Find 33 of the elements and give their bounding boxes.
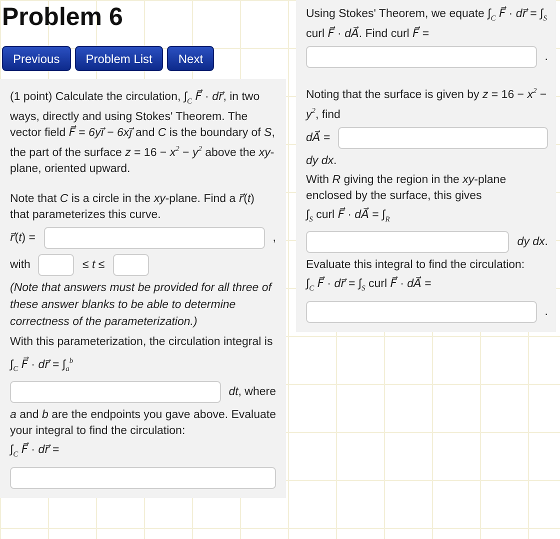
- answer-label: dA⃗ =: [306, 130, 330, 146]
- answer-label: ≤ t ≤: [82, 258, 105, 274]
- problem-text: Note that C is a circle in the xy-plane. Find a r⃗(t) that parameterizes this curve.: [10, 192, 256, 224]
- problem-text: a and b are the endpoints you gave above. Evaluate your integral to find the circulation:: [10, 408, 276, 440]
- note-text: (Note that answers must be provided for all three of these answer blanks to be able to determine correctness of the parameterization.): [10, 281, 274, 330]
- answer-field[interactable]: [306, 46, 537, 68]
- problem-text: With this parameterization, the circulation integral is: [10, 335, 274, 350]
- problem-text: ∫$_{C}$ F⃗ · dr⃗ =: [10, 442, 60, 461]
- problem-text: ∫$_{S}$ curl F⃗ · dA⃗ = ∫$_{R}$: [306, 206, 391, 226]
- answer-field[interactable]: [338, 126, 548, 149]
- answer-label: with: [10, 258, 30, 274]
- answer-field[interactable]: [10, 466, 276, 489]
- page-title: Problem 6: [2, 2, 124, 33]
- answer-field[interactable]: [306, 300, 537, 323]
- answer-field[interactable]: [44, 227, 265, 250]
- problem-text: ∫$_{C}$ F⃗ · dr⃗ = ∫$_{S}$ curl F⃗ · dA⃗ =: [306, 276, 432, 295]
- answer-field[interactable]: [38, 254, 74, 276]
- answer-label: dt, where: [228, 385, 276, 400]
- problem-text: Evaluate this integral to find the circulation:: [306, 258, 526, 274]
- answer-field[interactable]: [10, 381, 221, 404]
- problem-text: dy dx.: [306, 154, 338, 169]
- nav-button[interactable]: Problem List: [74, 46, 164, 71]
- answer-label: dy dx.: [517, 235, 548, 250]
- answer-field[interactable]: [112, 254, 149, 276]
- answer-label: .: [544, 304, 548, 320]
- nav-button[interactable]: Next: [167, 46, 214, 71]
- answer-label: .: [544, 50, 548, 66]
- problem-text: (1 point) Calculate the circulation, ∫$_{C}$ F⃗ · dr⃗, in two ways, directly and using Stokes' Theorem. The vector field F⃗ = 6yi⃗ − 6xj⃗ and C is the boundary of S, the part of the surface z = 16 − x$^{2}$ − y$^{2}$ above the xy-plane, oriented upward.: [10, 89, 276, 178]
- answer-label: r⃗(t) =: [10, 231, 36, 246]
- nav-button[interactable]: Previous: [2, 46, 71, 71]
- answer-label: ,: [272, 231, 276, 246]
- answer-field[interactable]: [306, 231, 510, 254]
- problem-text: Using Stokes' Theorem, we equate ∫$_{C}$ F⃗ · dr⃗ = ∫$_{S}$ curl F⃗ · dA⃗. Find curl F⃗ =: [306, 6, 548, 42]
